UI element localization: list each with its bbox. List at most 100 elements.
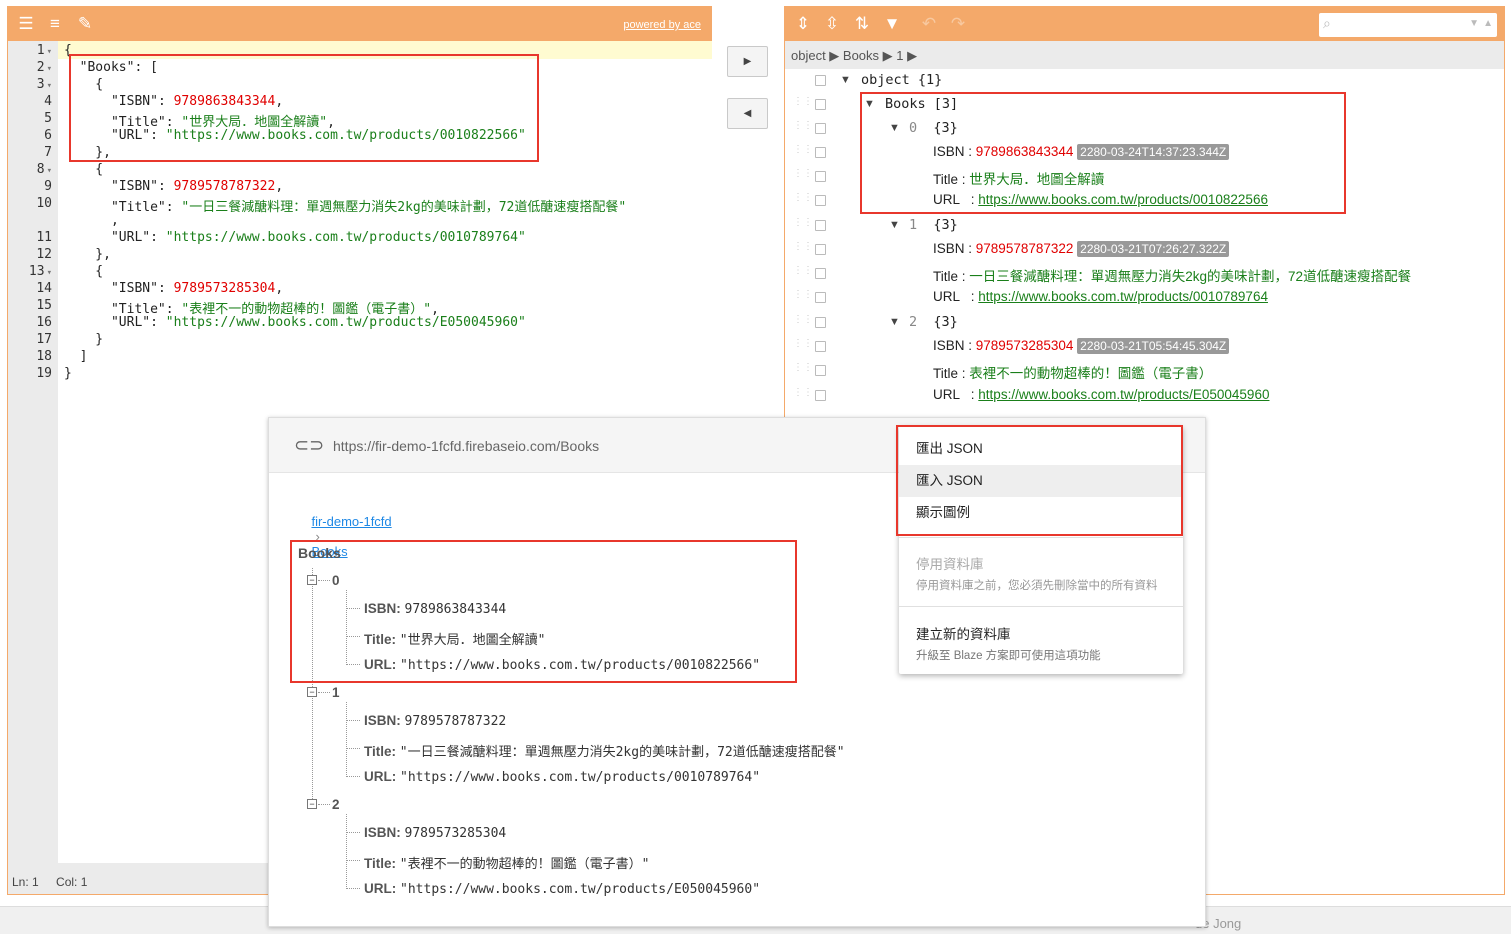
compact-icon[interactable]: ≡ xyxy=(45,15,65,33)
tree-breadcrumb[interactable]: object ▶ Books ▶ 1 ▶ xyxy=(785,41,1504,69)
drag-handle-icon[interactable]: ⋮⋮ xyxy=(793,363,813,379)
expand-toggle-icon[interactable]: ▼ xyxy=(840,74,851,86)
format-icon[interactable]: ☰ xyxy=(16,15,36,33)
menu-show-legend[interactable]: 顯示圖例 xyxy=(899,498,1183,528)
row-checkbox[interactable] xyxy=(815,390,826,401)
menu-create-db[interactable]: 建立新的資料庫 升級至 Blaze 方案即可使用這項功能 xyxy=(899,623,1183,663)
line-number: 11 xyxy=(36,230,52,245)
status-col: Col: 1 xyxy=(56,875,88,889)
field-isbn: ISBN: 9789573285304 xyxy=(364,825,507,841)
field-title: Title: "世界大局．地圖全解讀" xyxy=(364,632,546,648)
tree-toolbar: ⇕ ⇳ ⇅ ▼ ↶ ↷ ⌕ ▼ ▲ xyxy=(785,7,1504,41)
line-number: 12 xyxy=(36,247,52,262)
drag-handle-icon[interactable]: ⋮⋮ xyxy=(793,266,813,282)
filter-icon[interactable]: ▼ xyxy=(882,15,902,33)
drag-handle-icon[interactable]: ⋮⋮ xyxy=(793,218,813,234)
node-index[interactable]: 1 xyxy=(332,685,340,700)
db-url[interactable]: https://fir-demo-1fcfd.firebaseio.com/Bo… xyxy=(333,438,599,454)
sort-icon[interactable]: ⇅ xyxy=(852,15,872,33)
date-badge: 2280-03-24T14:37:23.344Z xyxy=(1077,144,1230,160)
drag-handle-icon[interactable]: ⋮⋮ xyxy=(793,388,813,404)
search-input[interactable]: ⌕ ▼ ▲ xyxy=(1319,13,1497,37)
drag-handle-icon[interactable]: ⋮⋮ xyxy=(793,339,813,355)
drag-handle-icon[interactable]: ⋮⋮ xyxy=(793,193,813,209)
expand-toggle-icon[interactable]: ▼ xyxy=(864,98,875,110)
copy-left-button[interactable]: ◀ xyxy=(727,98,768,129)
date-badge: 2280-03-21T05:54:45.304Z xyxy=(1077,338,1230,354)
collapse-icon[interactable]: − xyxy=(307,687,317,697)
menu-disable-db[interactable]: 停用資料庫 停用資料庫之前，您必須先刪除當中的所有資料 xyxy=(899,553,1183,593)
wrench-icon[interactable]: ✎ xyxy=(75,15,95,33)
node-index[interactable]: 2 xyxy=(332,797,340,812)
line-number: 15 xyxy=(36,298,52,313)
node-title[interactable]: Books xyxy=(298,545,341,561)
line-number: 8 ▾ xyxy=(36,162,52,177)
search-prev-icon[interactable]: ▲ xyxy=(1483,18,1493,29)
line-number: 17 xyxy=(36,332,52,347)
link-icon: ⊂⊃ xyxy=(294,435,325,455)
expand-toggle-icon[interactable]: ▼ xyxy=(889,316,900,328)
tree-root: object {1} xyxy=(861,72,943,88)
line-number: 3 ▾ xyxy=(36,77,52,92)
tree-field-title: Title : 表裡不一的動物超棒的！圖鑑（電子書） xyxy=(933,366,1213,381)
line-number: 2 ▾ xyxy=(36,60,52,75)
search-next-icon[interactable]: ▼ xyxy=(1469,18,1479,29)
date-badge: 2280-03-21T07:26:27.322Z xyxy=(1077,241,1230,257)
row-checkbox[interactable] xyxy=(815,317,826,328)
tree-field-url: URL : https://www.books.com.tw/products/… xyxy=(933,192,1268,207)
line-number: 7 xyxy=(44,145,52,160)
expand-all-icon[interactable]: ⇕ xyxy=(793,15,813,33)
field-title: Title: "表裡不一的動物超棒的！圖鑑（電子書）" xyxy=(364,856,650,872)
node-index[interactable]: 0 xyxy=(332,573,340,588)
tree-field-url: URL : https://www.books.com.tw/products/… xyxy=(933,289,1268,304)
field-url: URL: "https://www.books.com.tw/products/… xyxy=(364,769,761,785)
row-checkbox[interactable] xyxy=(815,147,826,158)
row-checkbox[interactable] xyxy=(815,171,826,182)
url-link[interactable]: https://www.books.com.tw/products/E05004… xyxy=(978,387,1269,402)
line-number: 18 xyxy=(36,349,52,364)
row-checkbox[interactable] xyxy=(815,268,826,279)
collapse-all-icon[interactable]: ⇳ xyxy=(822,15,842,33)
drag-handle-icon[interactable]: ⋮⋮ xyxy=(793,169,813,185)
row-checkbox[interactable] xyxy=(815,123,826,134)
row-checkbox[interactable] xyxy=(815,244,826,255)
crumb-root-link[interactable]: fir-demo-1fcfd xyxy=(311,514,391,529)
tree-field-isbn: ISBN : 9789578787322 2280-03-21T07:26:27… xyxy=(933,241,1230,257)
field-isbn: ISBN: 9789578787322 xyxy=(364,713,507,729)
row-checkbox[interactable] xyxy=(815,195,826,206)
line-number: 14 xyxy=(36,281,52,296)
drag-handle-icon[interactable]: ⋮⋮ xyxy=(793,290,813,306)
expand-toggle-icon[interactable]: ▼ xyxy=(889,122,900,134)
row-checkbox[interactable] xyxy=(815,365,826,376)
row-checkbox[interactable] xyxy=(815,220,826,231)
menu-import-json[interactable]: 匯入 JSON xyxy=(899,465,1183,497)
row-checkbox[interactable] xyxy=(815,341,826,352)
menu-export-json[interactable]: 匯出 JSON xyxy=(899,434,1183,464)
copy-right-button[interactable]: ▶ xyxy=(727,46,768,77)
status-line: Ln: 1 xyxy=(12,875,39,889)
drag-handle-icon[interactable]: ⋮⋮ xyxy=(793,121,813,137)
row-checkbox[interactable] xyxy=(815,99,826,110)
tree-field-isbn: ISBN : 9789863843344 2280-03-24T14:37:23… xyxy=(933,144,1230,160)
line-number: 13 ▾ xyxy=(28,264,52,279)
drag-handle-icon[interactable]: ⋮⋮ xyxy=(793,242,813,258)
undo-icon[interactable]: ↶ xyxy=(919,15,939,33)
powered-by-link[interactable]: powered by ace xyxy=(623,19,701,31)
redo-icon[interactable]: ↷ xyxy=(948,15,968,33)
url-link[interactable]: https://www.books.com.tw/products/001078… xyxy=(978,289,1268,304)
search-icon: ⌕ xyxy=(1323,15,1331,31)
collapse-icon[interactable]: − xyxy=(307,575,317,585)
row-checkbox[interactable] xyxy=(815,75,826,86)
overflow-menu: 匯出 JSON 匯入 JSON 顯示圖例 停用資料庫 停用資料庫之前，您必須先刪… xyxy=(899,426,1183,674)
url-link[interactable]: https://www.books.com.tw/products/001082… xyxy=(978,192,1268,207)
drag-handle-icon[interactable]: ⋮⋮ xyxy=(793,145,813,161)
line-number: 19 xyxy=(36,366,52,381)
expand-toggle-icon[interactable]: ▼ xyxy=(889,219,900,231)
collapse-icon[interactable]: − xyxy=(307,799,317,809)
drag-handle-icon[interactable]: ⋮⋮ xyxy=(793,315,813,331)
field-url: URL: "https://www.books.com.tw/products/… xyxy=(364,657,761,673)
row-checkbox[interactable] xyxy=(815,292,826,303)
field-url: URL: "https://www.books.com.tw/products/… xyxy=(364,881,761,897)
tree-field-isbn: ISBN : 9789573285304 2280-03-21T05:54:45… xyxy=(933,338,1230,354)
drag-handle-icon[interactable]: ⋮⋮ xyxy=(793,97,813,113)
